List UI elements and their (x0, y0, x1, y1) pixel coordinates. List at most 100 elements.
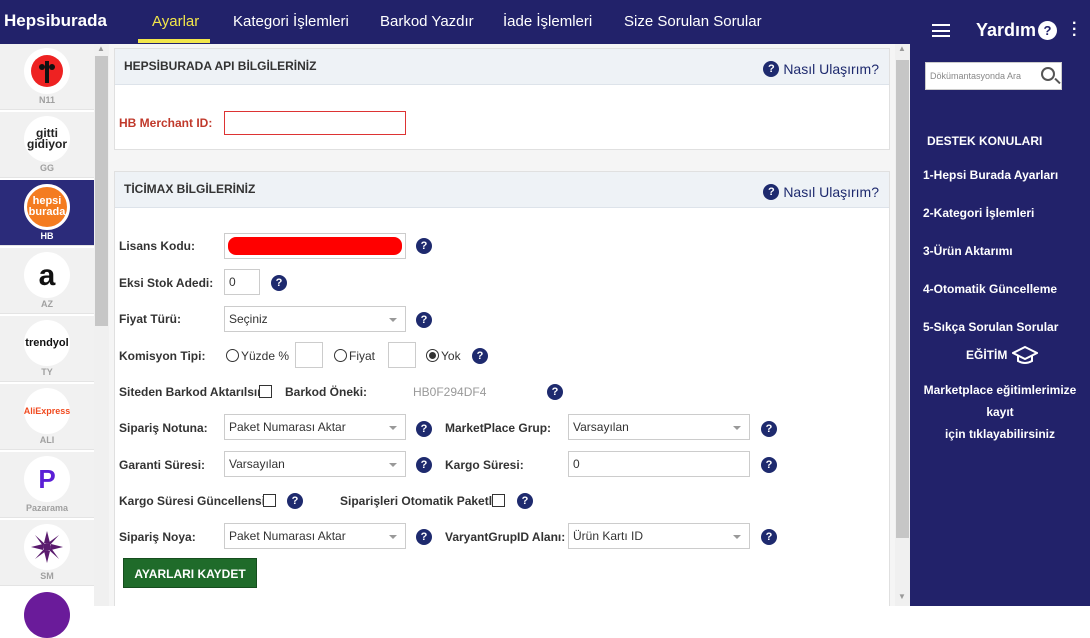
garanti-label: Garanti Süresi: (119, 458, 206, 472)
pazarama-logo: P (24, 456, 70, 502)
marketplace-pazarama[interactable]: P Pazarama (0, 452, 94, 518)
eksi-stok-input[interactable]: 0 (224, 269, 260, 295)
help-link-text: Nasıl Ulaşırım? (783, 184, 879, 200)
scroll-up-icon[interactable]: ▲ (97, 44, 105, 53)
scroll-down-icon[interactable]: ▼ (898, 592, 906, 601)
marketplace-sm[interactable]: SM (0, 520, 94, 586)
marketplace-code: N11 (38, 95, 55, 105)
barkod-aktar-label: Siteden Barkod Aktarılsın (119, 385, 265, 399)
trendyol-logo: trendyol (24, 320, 70, 366)
siparis-noya-select[interactable]: Paket Numarası Aktar (224, 523, 406, 549)
topic-item[interactable]: 3-Ürün Aktarımı (923, 244, 1013, 258)
ticimax-panel-title: TİCİMAX BİLGİLERİNİZ (124, 182, 256, 196)
active-tab-indicator (138, 39, 210, 43)
more-options-icon[interactable]: · · · (1072, 16, 1077, 44)
komisyon-help-icon[interactable]: ? (472, 348, 488, 364)
kargo-help-icon[interactable]: ? (761, 457, 777, 473)
fiyat-turu-label: Fiyat Türü: (119, 312, 181, 326)
barkod-aktar-checkbox[interactable] (259, 385, 272, 398)
radio-yok[interactable] (426, 349, 439, 362)
tab-sorular[interactable]: Size Sorulan Sorular (624, 13, 762, 30)
topic-item[interactable]: 5-Sıkça Sorulan Sorular (923, 320, 1058, 334)
api-panel-title: HEPSİBURADA API BİLGİLERİNİZ (124, 59, 317, 73)
siparis-noya-help-icon[interactable]: ? (416, 529, 432, 545)
hepsiburada-logo: hepsi burada (24, 184, 70, 230)
scroll-up-icon[interactable]: ▲ (898, 44, 906, 53)
panel-header: TİCİMAX BİLGİLERİNİZ ? Nasıl Ulaşırım? (115, 172, 889, 208)
menu-icon[interactable] (932, 24, 950, 37)
oto-paket-label: Siparişleri Otomatik Paketle (340, 494, 499, 508)
siparis-noya-label: Sipariş Noya: (119, 530, 196, 544)
panel-header: HEPSİBURADA API BİLGİLERİNİZ ? Nasıl Ulaş… (115, 49, 889, 85)
yuzde-input[interactable] (295, 342, 323, 368)
garanti-help-icon[interactable]: ? (416, 457, 432, 473)
help-question-icon[interactable]: ? (1038, 21, 1057, 40)
mp-grup-label: MarketPlace Grup: (445, 421, 552, 435)
main-scrollbar[interactable]: ▲ ▼ (895, 44, 910, 606)
siparis-notu-help-icon[interactable]: ? (416, 421, 432, 437)
scrollbar-thumb[interactable] (95, 56, 108, 326)
tab-ayarlar[interactable]: Ayarlar (152, 13, 199, 30)
merchant-id-input[interactable] (224, 111, 406, 135)
main-content: HEPSİBURADA API BİLGİLERİNİZ ? Nasıl Ulaş… (109, 44, 895, 606)
oto-paket-checkbox[interactable] (492, 494, 505, 507)
support-topics-heading: DESTEK KONULARI (927, 134, 1043, 148)
marketplace-code: SM (40, 571, 54, 581)
kargo-suresi-label: Kargo Süresi: (445, 458, 524, 472)
topic-item[interactable]: 2-Kategori İşlemleri (923, 206, 1034, 220)
ticimax-help-link[interactable]: ? Nasıl Ulaşırım? (763, 184, 879, 200)
lisans-input[interactable] (224, 233, 406, 259)
search-icon[interactable] (1041, 67, 1055, 81)
fiyat-input[interactable] (388, 342, 416, 368)
varyant-select[interactable]: Ürün Kartı ID (568, 523, 750, 549)
egitim-link[interactable]: Marketplace eğitimlerimize kayıt için tık… (910, 379, 1090, 445)
marketplace-code: HB (40, 231, 54, 241)
siparis-notu-select[interactable]: Paket Numarası Aktar (224, 414, 406, 440)
docs-search[interactable]: Dökümantasyonda Ara (925, 62, 1062, 90)
kargo-guncel-help-icon[interactable]: ? (287, 493, 303, 509)
garanti-select[interactable]: Varsayılan (224, 451, 406, 477)
oto-paket-help-icon[interactable]: ? (517, 493, 533, 509)
lisans-label: Lisans Kodu: (119, 239, 196, 253)
marketplace-n11[interactable]: N11 (0, 44, 94, 110)
marketplace-ali[interactable]: AliExpress ALI (0, 384, 94, 450)
varyant-help-icon[interactable]: ? (761, 529, 777, 545)
barkod-help-icon[interactable]: ? (547, 384, 563, 400)
aliexpress-logo: AliExpress (24, 388, 70, 434)
egitim-text-line1: Marketplace eğitimlerimize kayıt (923, 383, 1077, 419)
eksi-stok-help-icon[interactable]: ? (271, 275, 287, 291)
marketplace-sidebar: N11 gitti gidiyor GG hepsi burada HB a A… (0, 44, 94, 638)
marketplace-next-logo[interactable] (24, 592, 70, 638)
scrollbar-thumb[interactable] (896, 60, 909, 538)
api-panel: HEPSİBURADA API BİLGİLERİNİZ ? Nasıl Ulaş… (114, 48, 890, 150)
help-title: Yardım (976, 20, 1037, 40)
marketplace-code: Pazarama (25, 503, 69, 513)
save-settings-button[interactable]: AYARLARI KAYDET (123, 558, 257, 588)
topic-item[interactable]: 4-Otomatik Güncelleme (923, 282, 1057, 296)
question-icon: ? (763, 184, 780, 200)
kargo-suresi-input[interactable]: 0 (568, 451, 750, 477)
amazon-logo: a (24, 252, 70, 298)
radio-yuzde[interactable] (226, 349, 239, 362)
marketplace-gg[interactable]: gitti gidiyor GG (0, 112, 94, 178)
tab-iade[interactable]: İade İşlemleri (503, 13, 592, 30)
marketplace-hb[interactable]: hepsi burada HB (0, 180, 94, 246)
kargo-guncel-label: Kargo Süresi Güncellensin (119, 494, 273, 508)
top-nav: Hepsiburada Ayarlar Kategori İşlemleri B… (0, 0, 910, 44)
kargo-guncel-checkbox[interactable] (263, 494, 276, 507)
lisans-help-icon[interactable]: ? (416, 238, 432, 254)
tab-kategori[interactable]: Kategori İşlemleri (233, 13, 349, 30)
marketplace-az[interactable]: a AZ (0, 248, 94, 314)
topic-item[interactable]: 1-Hepsi Burada Ayarları (923, 168, 1058, 182)
fiyat-turu-select[interactable]: Seçiniz (224, 306, 406, 332)
radio-fiyat[interactable] (334, 349, 347, 362)
tab-barkod[interactable]: Barkod Yazdır (380, 13, 474, 30)
merchant-id-label: HB Merchant ID: (119, 116, 213, 130)
marketplace-ty[interactable]: trendyol TY (0, 316, 94, 382)
api-help-link[interactable]: ? Nasıl Ulaşırım? (763, 61, 879, 77)
mp-grup-help-icon[interactable]: ? (761, 421, 777, 437)
sidebar-scrollbar[interactable]: ▲ (94, 44, 109, 606)
gittigidiyor-logo: gitti gidiyor (24, 116, 70, 162)
fiyat-turu-help-icon[interactable]: ? (416, 312, 432, 328)
mp-grup-select[interactable]: Varsayılan (568, 414, 750, 440)
